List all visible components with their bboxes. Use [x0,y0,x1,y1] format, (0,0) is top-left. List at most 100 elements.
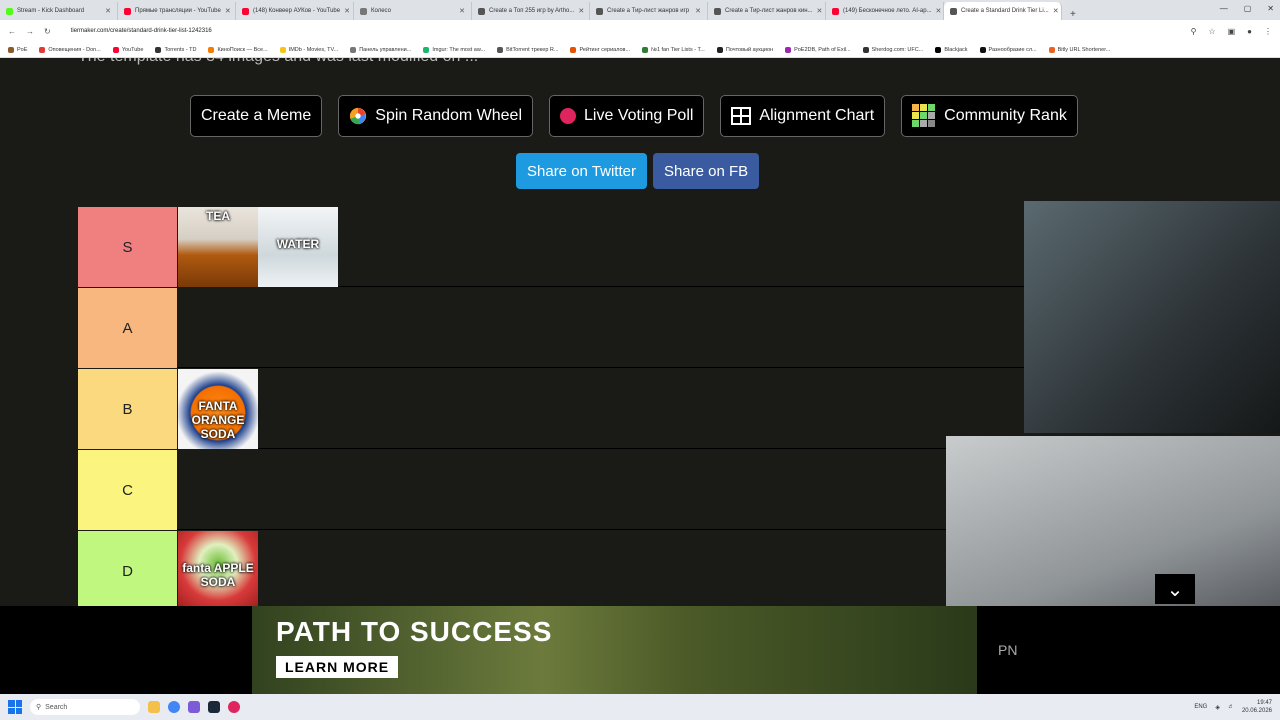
app-icon-2[interactable] [228,701,240,713]
chrome-icon[interactable] [168,701,180,713]
community-rank-button[interactable]: Community Rank [901,95,1078,137]
ad-learn-more-button[interactable]: LEARN MORE [276,656,399,678]
tier-item-caption: FANTA ORANGE SODA [191,399,245,441]
forward-icon[interactable]: → [26,27,34,36]
tab-favicon-icon [596,7,603,15]
bookmark-favicon-icon [570,46,577,53]
browser-tab[interactable]: (148) Конвеер АУКов - YouTube ✕ [236,2,354,20]
alignment-chart-button[interactable]: Alignment Chart [720,95,886,137]
bookmark-favicon-icon [8,46,14,53]
browser-tab[interactable]: Колесо ✕ [354,2,472,20]
tab-close-icon[interactable]: ✕ [1053,7,1059,15]
bookmark-item[interactable]: КиноПоиск — Все... [208,46,268,53]
bookmark-item[interactable]: Оповещения - Don... [39,46,101,53]
back-icon[interactable]: ← [8,27,16,36]
windows-start-icon[interactable] [8,700,22,714]
app-icon[interactable] [188,701,200,713]
bookmark-label: Почтовый аукцион [725,46,774,53]
ad-banner[interactable]: PATH TO SUCCESS LEARN MORE PN [0,606,1280,694]
wifi-icon[interactable]: ◈ [1215,704,1220,711]
star-icon[interactable]: ☆ [1208,27,1215,36]
tier-row: B FANTA ORANGE SODA [78,369,1024,449]
bookmark-item[interactable]: №1 fan Tier Lists - T... [642,46,705,53]
minimize-icon[interactable]: — [1220,4,1228,13]
browser-tab[interactable]: Stream - Kick Dashboard ✕ [0,2,118,20]
tab-close-icon[interactable]: ✕ [459,7,465,15]
bookmark-item[interactable]: Torrents - TD [155,46,196,53]
bookmark-item[interactable]: Панель управлени... [350,46,411,53]
tab-close-icon[interactable]: ✕ [105,7,111,15]
maximize-icon[interactable]: ▢ [1244,4,1252,13]
profile-icon[interactable]: ● [1247,27,1252,36]
bookmark-item[interactable]: Рейтинг сериалов... [570,46,630,53]
tier-item-image[interactable]: TEA [178,207,258,287]
taskbar-search-label: Search [45,703,68,711]
file-explorer-icon[interactable] [148,701,160,713]
new-tab-button[interactable]: + [1062,9,1084,20]
bookmark-item[interactable]: IMDb - Movies, TV... [279,46,338,53]
tier-items: TEA WATER [178,207,338,287]
bookmark-item[interactable]: YouTube [112,46,144,53]
bookmark-label: YouTube [121,46,144,53]
url-field[interactable]: tiermaker.com/create/standard-drink-tier… [71,28,212,34]
bookmark-item[interactable]: BitTorrent трекер R... [497,46,558,53]
lang-indicator[interactable]: ENG [1194,704,1207,710]
voting-poll-button[interactable]: Live Voting Poll [549,95,705,137]
alignment-chart-label: Alignment Chart [759,107,875,124]
tier-item-image[interactable]: WATER [258,207,338,287]
tier-row: Dfanta APPLE SODA [78,531,1024,611]
bookmark-item[interactable]: Imgur: The most aw... [423,46,485,53]
extensions-icon[interactable]: ▣ [1228,27,1236,36]
rank-grid-icon [912,104,936,127]
tab-label: Create a Топ 255 игр by Artho... [489,8,575,14]
share-fb-button[interactable]: Share on FB [652,153,760,189]
tab-favicon-icon [360,7,367,15]
tab-close-icon[interactable]: ✕ [817,7,823,15]
zoom-icon[interactable]: ⚲ [1191,27,1197,36]
steam-icon[interactable] [208,701,220,713]
bookmark-item[interactable]: Bitly URL Shortener... [1048,46,1110,53]
tier-label[interactable]: D [78,531,177,611]
tier-item-image[interactable]: FANTA ORANGE SODA [178,369,258,449]
bookmark-item[interactable]: PoE [8,46,27,53]
browser-tab[interactable]: (149) Бесконечное лето. AI-ар... ✕ [826,2,944,20]
tier-item-image[interactable]: fanta APPLE SODA [178,531,258,611]
browser-tab[interactable]: Create a Тир-лист жанров игр ✕ [590,2,708,20]
tier-items: fanta APPLE SODA [178,531,258,611]
tier-label[interactable]: B [78,369,177,449]
browser-tab[interactable]: Create a Топ 255 игр by Artho... ✕ [472,2,590,20]
tab-close-icon[interactable]: ✕ [578,7,584,15]
bookmark-item[interactable]: Sherdog.com: UFC... [862,46,923,53]
reload-icon[interactable]: ↻ [44,27,51,36]
tab-close-icon[interactable]: ✕ [225,7,231,15]
create-meme-label: Create a Meme [201,107,312,124]
close-icon[interactable]: ✕ [1267,4,1274,13]
tab-close-icon[interactable]: ✕ [344,7,350,15]
tab-close-icon[interactable]: ✕ [936,7,942,15]
browser-tab[interactable]: Create a Тир-лист жанров кин... ✕ [708,2,826,20]
bookmark-item[interactable]: Blackjack [935,46,968,53]
browser-tab[interactable]: Прямые трансляции - YouTube ✕ [118,2,236,20]
tier-items: FANTA ORANGE SODA [178,369,258,449]
bookmark-item[interactable]: PoE2DB, Path of Exil... [785,46,851,53]
bookmark-label: PoE2DB, Path of Exil... [794,46,851,53]
tier-label[interactable]: S [78,207,177,287]
taskbar-search[interactable]: ⚲ Search [30,699,140,715]
action-buttons: Create a Meme Spin Random Wheel Live Vot… [190,95,1078,137]
spin-wheel-button[interactable]: Spin Random Wheel [338,95,534,137]
volume-icon[interactable]: ♬ [1228,704,1234,710]
tab-label: Stream - Kick Dashboard [17,8,85,14]
tier-label[interactable]: C [78,450,177,530]
create-meme-button[interactable]: Create a Meme [190,95,323,137]
browser-tab[interactable]: Create a Standard Drink Tier Li... ✕ [944,2,1062,20]
share-twitter-button[interactable]: Share on Twitter [516,153,647,189]
tier-label[interactable]: A [78,288,177,368]
bookmark-item[interactable]: Почтовый аукцион [716,46,774,53]
tab-close-icon[interactable]: ✕ [695,7,701,15]
menu-icon[interactable]: ⋮ [1264,27,1272,36]
bookmark-label: Blackjack [944,46,968,53]
chevron-down-icon[interactable]: ⌄ [1155,574,1195,604]
bookmark-favicon-icon [716,46,723,53]
clock[interactable]: 19:47 20.06.2026 [1242,699,1272,715]
bookmark-item[interactable]: Разнообразие сл... [979,46,1037,53]
